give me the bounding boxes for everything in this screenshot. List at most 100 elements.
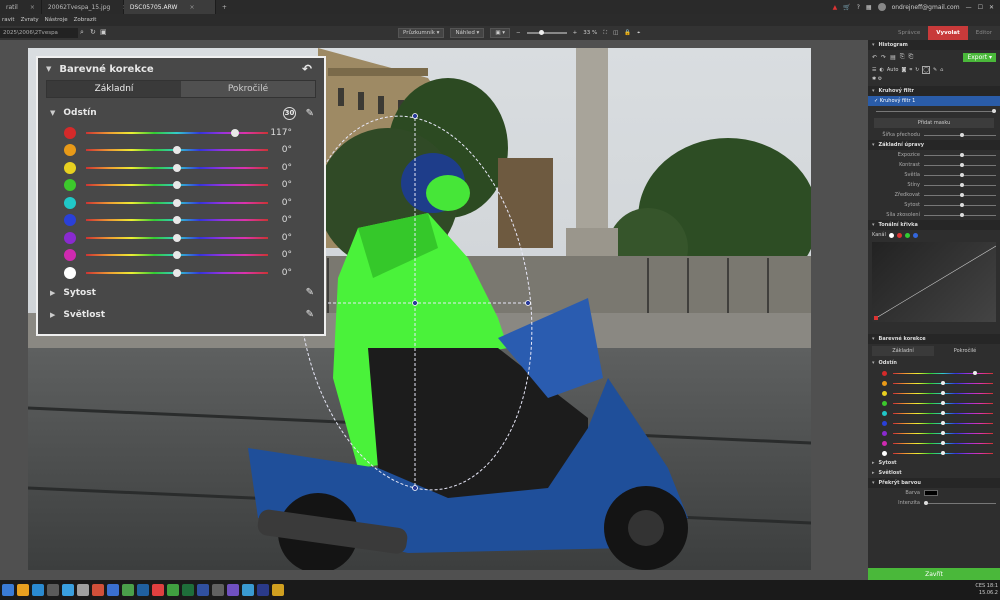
app-icon[interactable] <box>122 584 134 596</box>
list-icon[interactable]: ☰ <box>872 67 876 73</box>
slider-knob[interactable] <box>960 192 964 197</box>
color-swatch[interactable] <box>64 179 76 192</box>
color-swatch[interactable] <box>64 161 76 174</box>
minimize-icon[interactable]: — <box>966 4 972 11</box>
color-swatch[interactable] <box>64 126 76 139</box>
lang-indicator[interactable]: CES <box>975 583 985 589</box>
slider-knob[interactable] <box>173 251 181 260</box>
slider-knob[interactable] <box>173 181 181 190</box>
mini-hue-slider[interactable] <box>893 420 993 425</box>
tab-basic-small[interactable]: Základní <box>872 346 934 356</box>
color-swatch[interactable] <box>882 440 887 446</box>
settings-icon[interactable]: ⚙ <box>878 76 882 82</box>
basic-adjust-header[interactable]: Základní úpravy <box>868 140 1000 150</box>
slider-knob[interactable] <box>992 108 996 113</box>
camera-icon[interactable]: ◙ <box>901 67 906 73</box>
saturation-header-small[interactable]: Sytost <box>868 458 1000 468</box>
mini-hue-slider[interactable] <box>893 390 993 395</box>
slider-knob[interactable] <box>960 162 964 167</box>
new-tab-button[interactable]: + <box>216 0 233 14</box>
cart-icon[interactable]: 🛒 <box>843 4 850 11</box>
hue-slider[interactable] <box>86 251 268 260</box>
collapse-icon[interactable]: ▼ <box>46 65 51 73</box>
mini-hue-slider[interactable] <box>893 400 993 405</box>
tab-editor[interactable]: Editor <box>968 26 1000 40</box>
channel-rgb[interactable] <box>888 232 894 238</box>
mini-hue-slider[interactable] <box>893 370 993 375</box>
close-icon[interactable]: × <box>189 4 194 11</box>
app-icon[interactable] <box>152 584 164 596</box>
hue-header-small[interactable]: Odstín <box>868 358 1000 368</box>
app-icon[interactable] <box>197 584 209 596</box>
cc-header[interactable]: Barevné korekce <box>868 334 1000 344</box>
expand-icon[interactable]: ▶ <box>50 311 55 319</box>
slider-knob[interactable] <box>173 233 181 242</box>
slider-knob[interactable] <box>941 390 945 395</box>
menu-item[interactable]: Zvraty <box>21 17 39 23</box>
adjust-slider[interactable] <box>924 192 996 197</box>
tab-advanced-small[interactable]: Pokročilé <box>934 346 996 356</box>
intensity-slider[interactable] <box>924 500 996 505</box>
tab-1[interactable]: ratil × <box>0 0 42 14</box>
filter-item[interactable]: ✓ Kruhový filtr 1 <box>868 96 1000 106</box>
pin-icon[interactable]: ⌖ <box>637 30 640 37</box>
channel-red[interactable] <box>896 232 902 238</box>
slider-knob[interactable] <box>960 132 964 137</box>
color-swatch[interactable] <box>882 380 887 386</box>
slider-knob[interactable] <box>941 410 945 415</box>
lightness-section-header[interactable]: ▶ Světlost ✎ <box>38 304 324 326</box>
mini-hue-slider[interactable] <box>893 450 993 455</box>
add-mask-button[interactable]: Přidat masku <box>874 118 994 128</box>
redo-icon[interactable]: ↷ <box>881 54 886 61</box>
tab-advanced[interactable]: Pokročilé <box>181 81 315 97</box>
avatar[interactable] <box>877 3 886 11</box>
slider-knob[interactable] <box>173 198 181 207</box>
mini-hue-slider[interactable] <box>893 410 993 415</box>
panel-header[interactable]: ▼ Barevné korekce ↶ <box>38 58 324 80</box>
color-swatch[interactable] <box>882 450 887 456</box>
color-swatch[interactable] <box>64 266 76 279</box>
compare-icon[interactable]: ◫ <box>613 30 618 36</box>
color-swatch[interactable] <box>64 249 76 262</box>
filter-slider[interactable] <box>876 108 996 113</box>
tone-curve-header[interactable]: Tonální křivka <box>868 220 1000 230</box>
app-icon[interactable] <box>242 584 254 596</box>
slider-knob[interactable] <box>960 212 964 217</box>
app-icon[interactable] <box>62 584 74 596</box>
slider-knob[interactable] <box>173 268 181 277</box>
zoom-in-icon[interactable]: + <box>573 30 578 36</box>
refresh-icon[interactable]: ↻ <box>90 28 96 36</box>
tab-2[interactable]: 20062Tvespa_15.jpg× <box>42 0 127 14</box>
menu-item[interactable]: Zobrazit <box>74 17 97 23</box>
color-swatch[interactable] <box>882 390 887 396</box>
lightness-header-small[interactable]: Světlost <box>868 468 1000 478</box>
slider-knob[interactable] <box>941 400 945 405</box>
hue-slider[interactable] <box>86 268 268 277</box>
picker-icon[interactable]: ✎ <box>306 287 314 298</box>
tone-curve-graph[interactable] <box>872 242 996 322</box>
slider-knob[interactable] <box>960 172 964 177</box>
view-mode-button[interactable]: ▣ ▾ <box>490 28 511 38</box>
hue-slider[interactable] <box>86 181 268 190</box>
auto-icon[interactable]: ◐ <box>879 67 883 73</box>
app-icon[interactable] <box>47 584 59 596</box>
circle-filter-icon[interactable]: ◯ <box>922 66 930 74</box>
paste-icon[interactable]: ⎗ <box>909 53 914 61</box>
slider-knob[interactable] <box>173 146 181 155</box>
close-icon[interactable]: × <box>30 4 35 11</box>
adjust-slider[interactable] <box>924 212 996 217</box>
slider-knob[interactable] <box>960 202 964 207</box>
picker-icon[interactable]: ✎ <box>306 309 314 320</box>
color-swatch[interactable] <box>64 214 76 227</box>
hue-slider[interactable] <box>86 216 268 225</box>
save-icon[interactable]: ▤ <box>890 54 896 61</box>
circular-filter-header[interactable]: Kruhový filtr <box>868 86 1000 96</box>
app-icon[interactable] <box>137 584 149 596</box>
slider-knob[interactable] <box>941 380 945 385</box>
mini-hue-slider[interactable] <box>893 440 993 445</box>
reset-icon[interactable]: ↶ <box>302 62 312 76</box>
app-icon[interactable] <box>92 584 104 596</box>
color-swatch[interactable] <box>882 420 887 426</box>
slider-knob[interactable] <box>173 163 181 172</box>
app-icon[interactable] <box>32 584 44 596</box>
